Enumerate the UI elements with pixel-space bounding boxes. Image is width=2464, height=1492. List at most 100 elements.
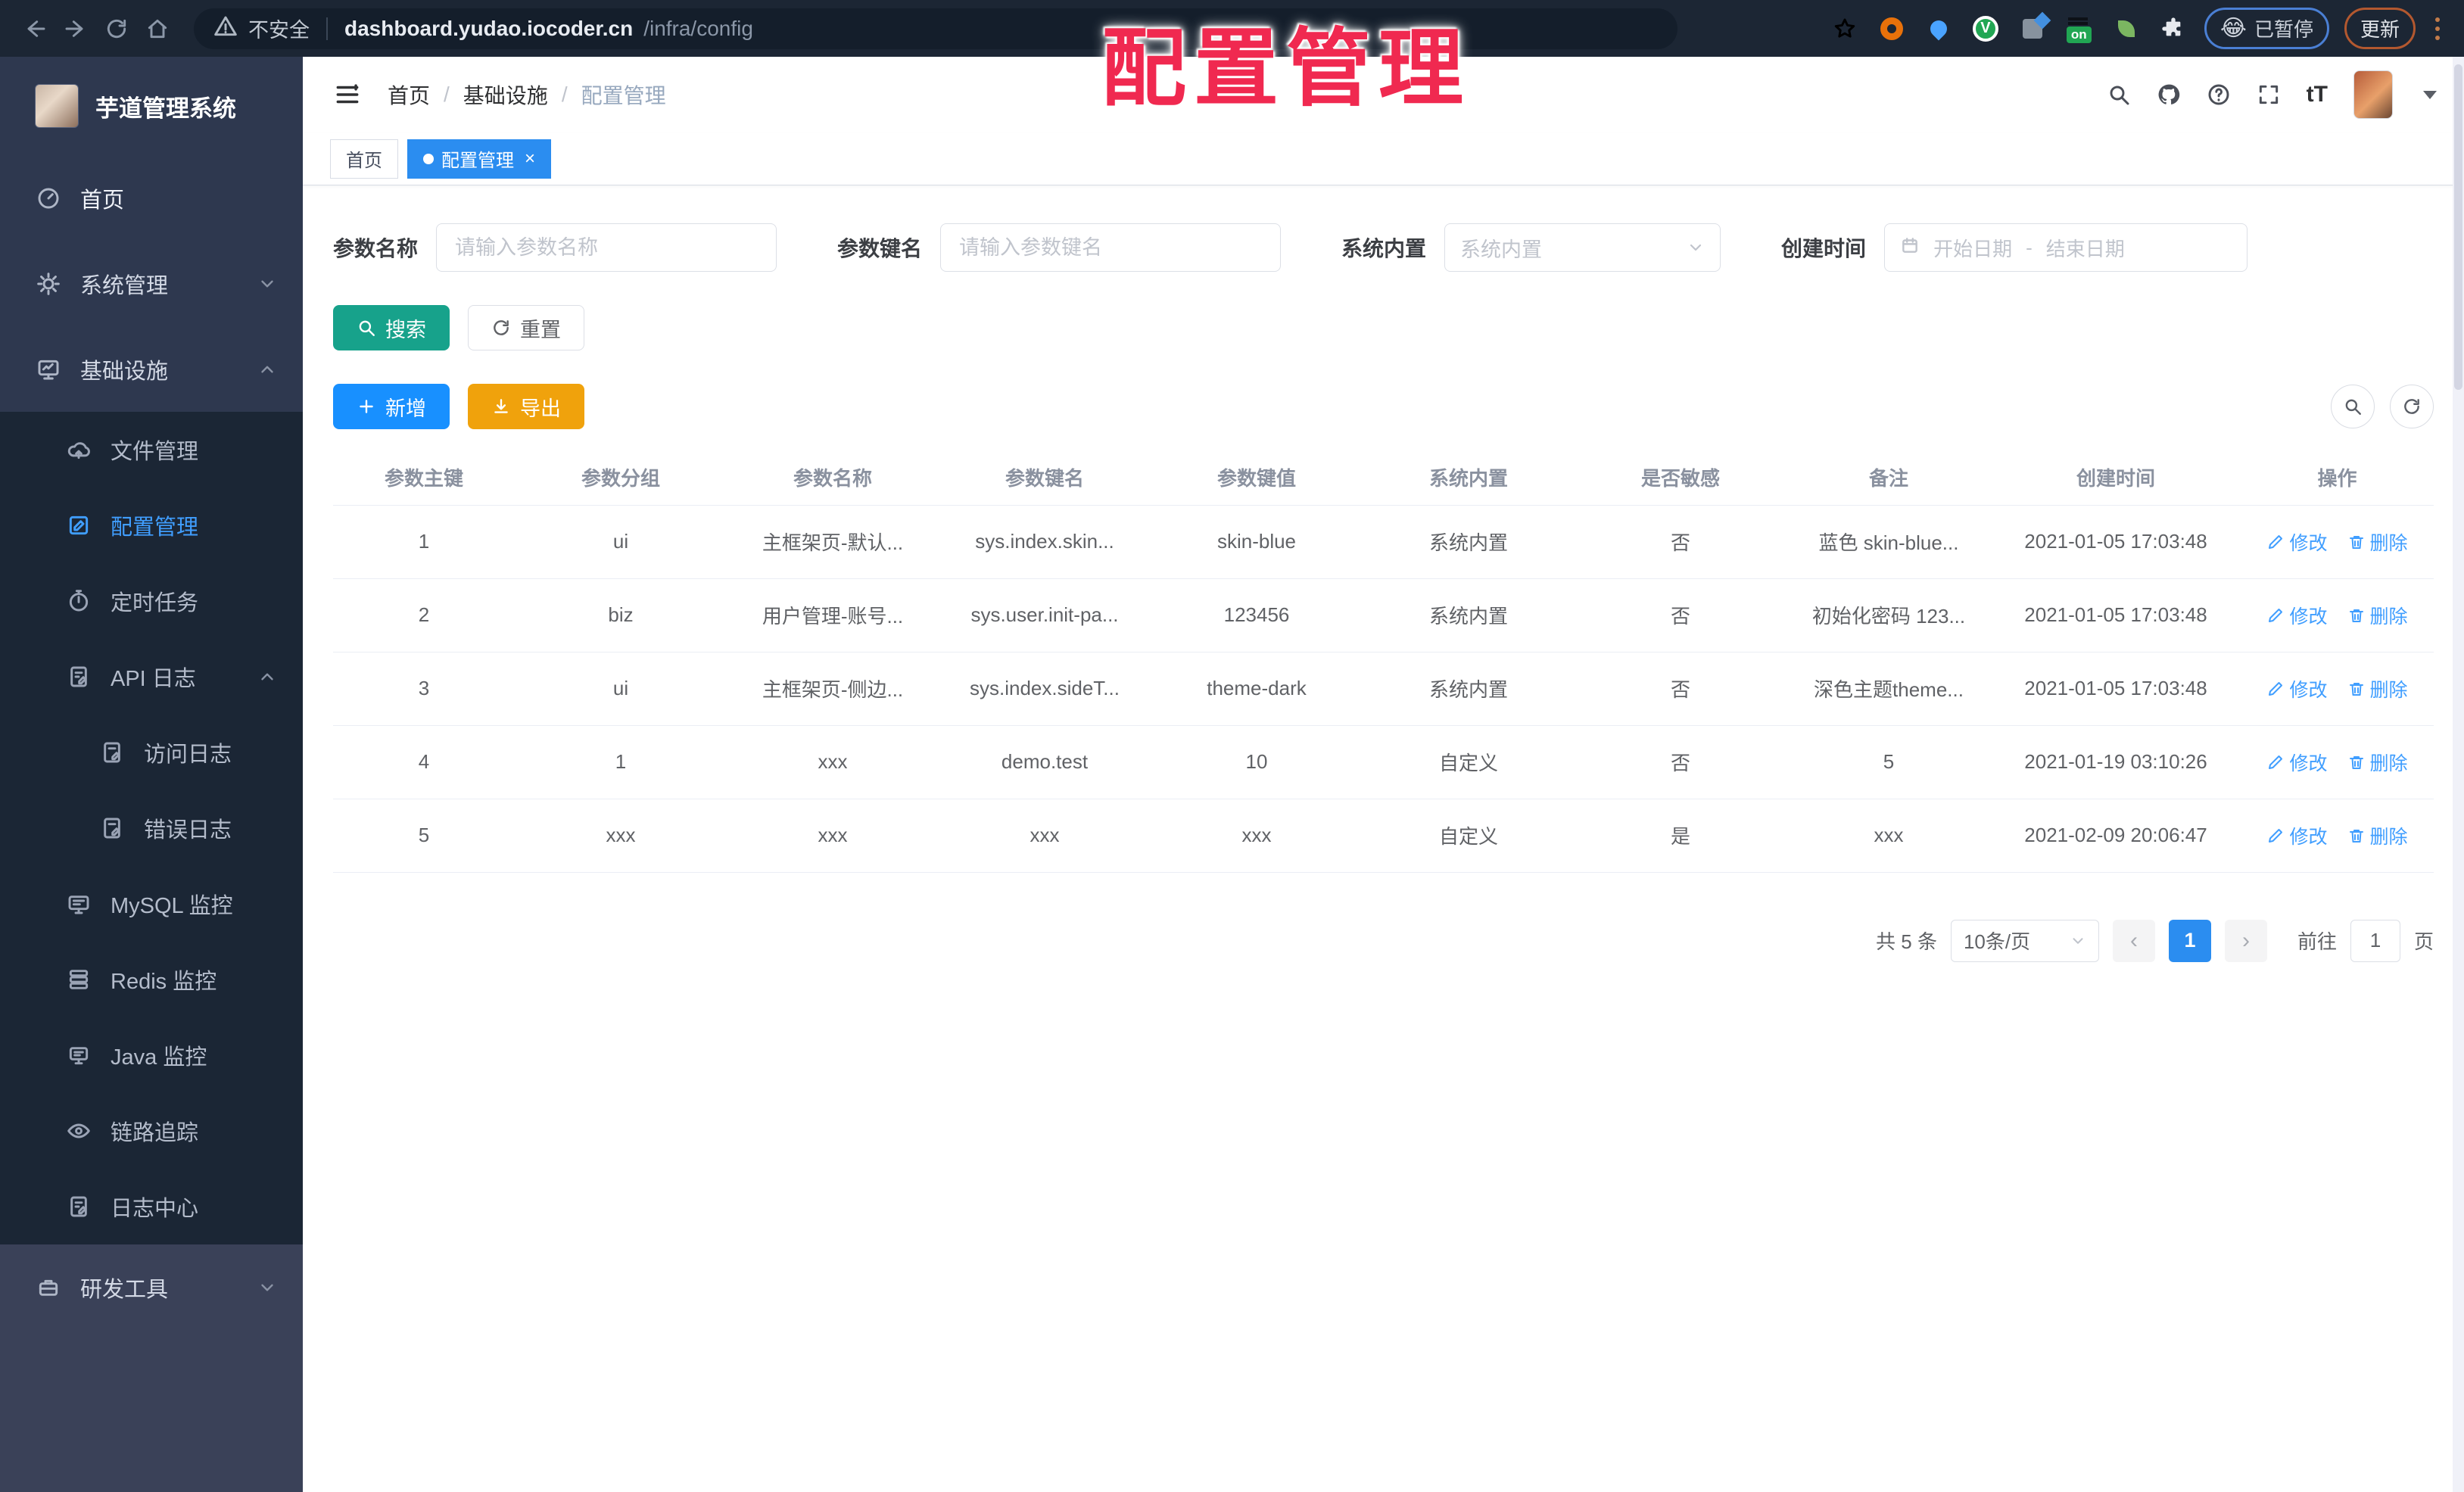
home-icon[interactable] — [142, 14, 173, 44]
page-number-1[interactable]: 1 — [2168, 919, 2211, 962]
user-avatar[interactable] — [2353, 70, 2393, 119]
sidebar-bottom-section: 研发工具 — [0, 1244, 303, 1492]
bookmark-star-icon[interactable] — [1829, 13, 1861, 45]
cell-remark: 5 — [1786, 725, 1991, 799]
cell-sensitive: 是 — [1575, 799, 1786, 873]
add-button[interactable]: 新增 — [333, 384, 450, 429]
sidebar-item-java-monitor[interactable]: Java 监控 — [0, 1017, 303, 1093]
table-row: 1 ui 主框架页-默认... sys.index.skin... skin-b… — [333, 505, 2434, 579]
sidebar-item-home[interactable]: 首页 — [0, 155, 303, 241]
cell-value: 10 — [1151, 725, 1363, 799]
next-page-button[interactable]: › — [2224, 919, 2267, 962]
extension-v-icon[interactable]: V — [1970, 13, 2001, 45]
page-size-select[interactable]: 10条/页 — [1950, 919, 2099, 962]
extension-on-icon[interactable]: on — [2064, 13, 2095, 45]
sidebar-item-cron-job[interactable]: 定时任务 — [0, 563, 303, 639]
edit-link[interactable]: 修改 — [2266, 822, 2328, 849]
cell-time: 2021-01-05 17:03:48 — [1991, 505, 2241, 579]
breadcrumb-infra[interactable]: 基础设施 — [463, 79, 548, 110]
reset-button[interactable]: 重置 — [468, 305, 584, 350]
tab-label: 配置管理 — [441, 151, 514, 171]
search-button[interactable]: 搜索 — [333, 305, 450, 350]
chevron-up-icon — [257, 360, 277, 379]
param-key-input[interactable] — [940, 223, 1282, 272]
log-document-icon — [100, 816, 124, 840]
cell-name: xxx — [727, 799, 939, 873]
cell-sensitive: 否 — [1575, 578, 1786, 653]
col-header: 参数名称 — [727, 450, 939, 506]
prev-page-button[interactable]: ‹ — [2112, 919, 2155, 962]
tab-home[interactable]: 首页 — [330, 139, 398, 179]
delete-link[interactable]: 删除 — [2347, 822, 2408, 849]
browser-actions: V on 😂 已暂停 更新 — [1829, 8, 2444, 49]
avatar-caret-icon[interactable] — [2423, 90, 2437, 99]
breadcrumb-home[interactable]: 首页 — [388, 79, 430, 110]
extensions-puzzle-icon[interactable] — [2157, 13, 2189, 45]
dashboard-icon — [36, 186, 61, 210]
delete-link[interactable]: 删除 — [2347, 602, 2408, 629]
forward-icon[interactable] — [61, 14, 91, 44]
sidebar-item-label: 文件管理 — [111, 440, 199, 464]
fullscreen-icon[interactable] — [2257, 83, 2281, 107]
tab-label: 首页 — [346, 151, 382, 171]
search-icon — [357, 318, 376, 338]
date-range-picker[interactable]: 开始日期 - 结束日期 — [1884, 223, 2248, 272]
goto-page-input[interactable] — [2350, 919, 2400, 962]
builtin-select[interactable]: 系统内置 — [1444, 223, 1721, 272]
reload-icon[interactable] — [101, 14, 132, 44]
refresh-table-button[interactable] — [2390, 385, 2434, 428]
export-button[interactable]: 导出 — [468, 384, 584, 429]
sidebar-item-system[interactable]: 系统管理 — [0, 241, 303, 326]
extension-pin-icon[interactable] — [1923, 13, 1955, 45]
chrome-update-button[interactable]: 更新 — [2344, 8, 2416, 49]
sidebar-item-file-manage[interactable]: 文件管理 — [0, 412, 303, 487]
back-icon[interactable] — [20, 14, 50, 44]
col-header: 备注 — [1786, 450, 1991, 506]
page-scrollbar[interactable] — [2453, 57, 2464, 1492]
edit-link[interactable]: 修改 — [2266, 602, 2328, 629]
browser-menu-icon[interactable] — [2431, 17, 2444, 40]
tab-paused-pill[interactable]: 😂 已暂停 — [2204, 8, 2329, 49]
menu-fold-icon[interactable] — [333, 80, 362, 109]
edit-link[interactable]: 修改 — [2266, 528, 2328, 556]
edit-link[interactable]: 修改 — [2266, 749, 2328, 776]
sidebar-item-trace[interactable]: 链路追踪 — [0, 1093, 303, 1169]
sidebar-item-error-log[interactable]: 错误日志 — [0, 790, 303, 866]
param-name-input[interactable] — [436, 223, 777, 272]
extension-leaf-icon[interactable] — [2110, 13, 2142, 45]
sidebar-item-log-center[interactable]: 日志中心 — [0, 1169, 303, 1244]
extension-ring-icon[interactable] — [1876, 13, 1908, 45]
toggle-search-button[interactable] — [2331, 385, 2375, 428]
github-icon[interactable] — [2157, 83, 2181, 107]
cell-key: demo.test — [939, 725, 1151, 799]
sidebar-item-infra[interactable]: 基础设施 — [0, 326, 303, 412]
font-size-icon[interactable]: tT — [2307, 82, 2328, 107]
extension-grid-icon[interactable] — [2017, 13, 2048, 45]
col-header: 是否敏感 — [1575, 450, 1786, 506]
tab-config[interactable]: 配置管理 × — [407, 139, 552, 179]
scrollbar-thumb[interactable] — [2454, 64, 2462, 390]
sidebar-item-redis-monitor[interactable]: Redis 监控 — [0, 942, 303, 1017]
app-logo[interactable]: 芋道管理系统 — [0, 57, 303, 155]
search-icon[interactable] — [2107, 83, 2131, 107]
col-header: 参数键值 — [1151, 450, 1363, 506]
sidebar-item-api-log[interactable]: API 日志 — [0, 639, 303, 715]
sidebar-item-dev-tools[interactable]: 研发工具 — [0, 1244, 303, 1330]
close-icon[interactable]: × — [525, 148, 535, 170]
chevron-down-icon — [2070, 933, 2086, 949]
sidebar-item-config-manage[interactable]: 配置管理 — [0, 487, 303, 563]
col-header: 参数键名 — [939, 450, 1151, 506]
help-icon[interactable] — [2207, 83, 2231, 107]
sidebar-item-access-log[interactable]: 访问日志 — [0, 715, 303, 790]
cell-time: 2021-01-05 17:03:48 — [1991, 652, 2241, 726]
delete-link[interactable]: 删除 — [2347, 528, 2408, 556]
sidebar-item-label: 配置管理 — [111, 516, 199, 540]
cell-value: theme-dark — [1151, 652, 1363, 726]
cell-name: xxx — [727, 725, 939, 799]
sidebar-item-mysql-monitor[interactable]: MySQL 监控 — [0, 866, 303, 942]
cell-time: 2021-02-09 20:06:47 — [1991, 799, 2241, 873]
delete-link[interactable]: 删除 — [2347, 749, 2408, 776]
cell-builtin: 系统内置 — [1363, 652, 1575, 726]
edit-link[interactable]: 修改 — [2266, 675, 2328, 702]
delete-link[interactable]: 删除 — [2347, 675, 2408, 702]
